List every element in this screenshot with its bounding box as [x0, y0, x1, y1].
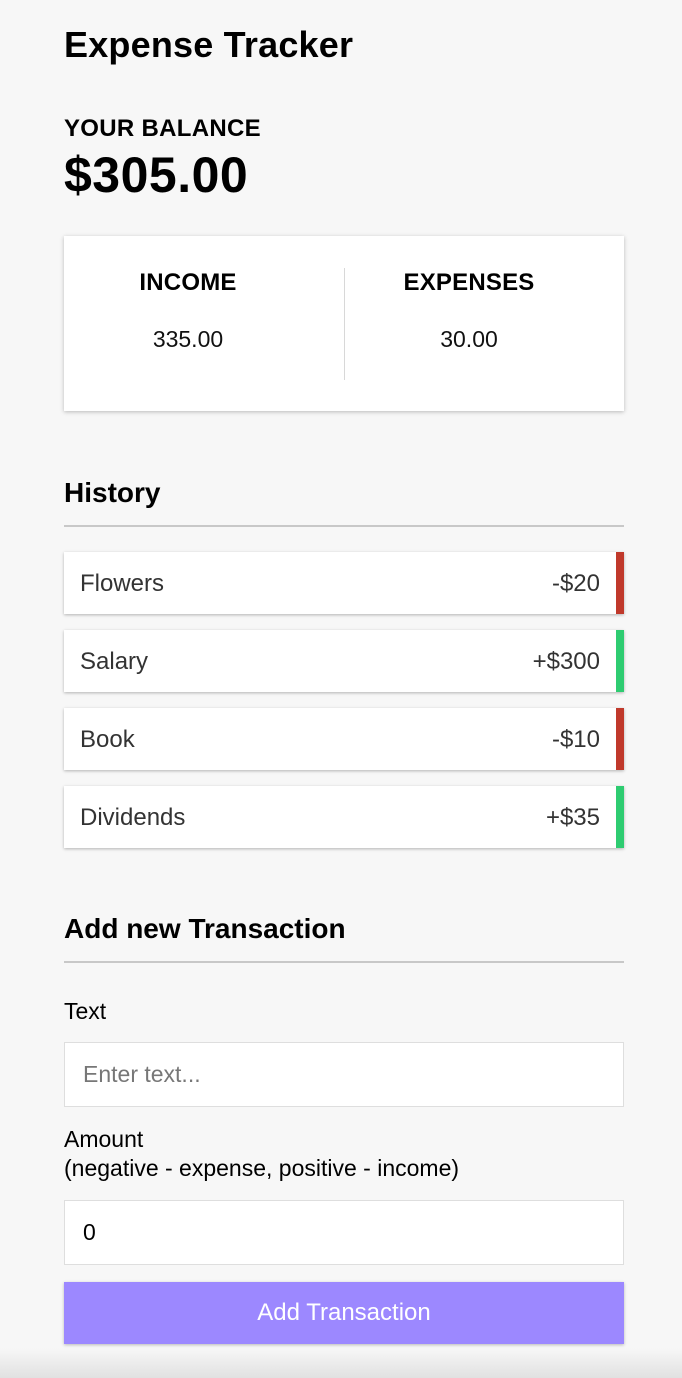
expense-label: EXPENSES [403, 269, 535, 296]
history-item-amount: +$300 [532, 648, 600, 675]
text-input[interactable] [64, 1042, 624, 1107]
history-item-text: Dividends [80, 804, 186, 831]
amount-field-label: Amount (negative - expense, positive - i… [64, 1125, 459, 1183]
history-list: Flowers -$20 Salary +$300 Book -$10 Divi… [64, 552, 624, 864]
history-title: History [64, 477, 161, 508]
income-summary: INCOME 335.00 [64, 236, 344, 411]
amount-label-text: Amount [64, 1126, 144, 1152]
history-item-amount: -$20 [551, 570, 600, 597]
expense-indicator-bar [616, 708, 624, 770]
expense-indicator-bar [616, 552, 624, 614]
income-indicator-bar [616, 786, 624, 848]
history-item-amount: +$35 [545, 804, 600, 831]
history-divider [64, 525, 624, 527]
income-label: INCOME [139, 269, 237, 296]
history-item[interactable]: Book -$10 [64, 708, 624, 770]
add-transaction-button[interactable]: Add Transaction [64, 1282, 624, 1344]
income-value: 335.00 [152, 326, 224, 352]
add-transaction-divider [64, 961, 624, 963]
income-indicator-bar [616, 630, 624, 692]
history-item-text: Salary [80, 648, 149, 675]
history-item[interactable]: Flowers -$20 [64, 552, 624, 614]
amount-input[interactable] [64, 1200, 624, 1265]
amount-hint-text: (negative - expense, positive - income) [64, 1155, 460, 1181]
history-item-text: Flowers [80, 570, 165, 597]
history-item-amount: -$10 [551, 726, 600, 753]
text-field-label: Text [64, 998, 107, 1024]
expense-value: 30.00 [440, 326, 498, 352]
add-transaction-title: Add new Transaction [64, 913, 346, 944]
income-expense-card: INCOME 335.00 EXPENSES 30.00 [64, 236, 624, 411]
bottom-fade [0, 1348, 682, 1378]
balance-value: $305.00 [64, 147, 249, 203]
history-item[interactable]: Salary +$300 [64, 630, 624, 692]
expense-summary: EXPENSES 30.00 [344, 236, 624, 411]
app-title: Expense Tracker [64, 24, 354, 65]
balance-label: YOUR BALANCE [64, 115, 261, 142]
history-item[interactable]: Dividends +$35 [64, 786, 624, 848]
history-item-text: Book [80, 726, 135, 753]
